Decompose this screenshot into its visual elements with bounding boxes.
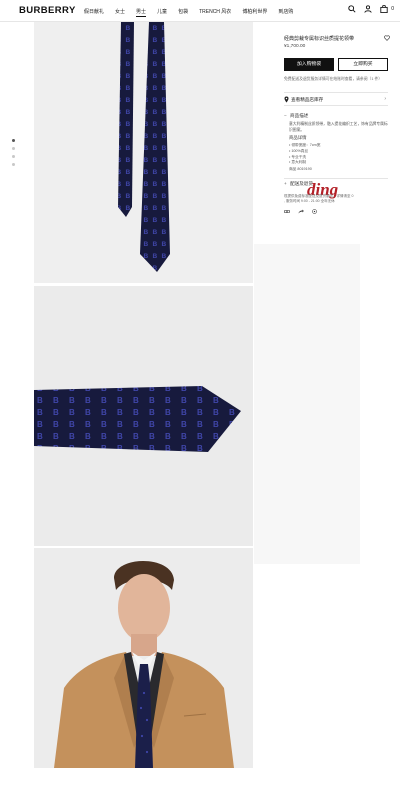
store-availability-label: 查看精品店库存: [291, 97, 324, 102]
product-image-model[interactable]: [34, 548, 253, 768]
link-icon[interactable]: [284, 209, 290, 214]
buy-now-button[interactable]: 立即购买: [338, 58, 388, 71]
details-list: 领带宽度：7cm宽 100%真丝 专业干洗 意大利制: [289, 143, 320, 166]
share-actions: [284, 209, 317, 214]
add-to-bag-button[interactable]: 加入购物袋: [284, 58, 334, 71]
nav-item-world[interactable]: 博柏利世界: [242, 8, 267, 17]
gallery-dot[interactable]: [12, 155, 15, 158]
nav-item-children[interactable]: 儿童: [157, 8, 167, 17]
description-heading: 商品描述: [290, 113, 309, 118]
list-item: 意大利制: [289, 160, 320, 166]
gallery-dot[interactable]: [12, 139, 15, 142]
header-actions: 0: [348, 5, 394, 13]
list-item: 领带宽度：7cm宽: [289, 143, 320, 149]
product-code: 商品 8019190: [289, 167, 312, 171]
nav-item-instore[interactable]: 到店购: [278, 8, 293, 17]
store-availability-row[interactable]: 查看精品店库存 ›: [284, 92, 388, 106]
nav-item-gifts[interactable]: 假日献礼: [84, 8, 104, 17]
product-image-hanging[interactable]: B: [34, 22, 253, 283]
description-toggle[interactable]: − 商品描述: [284, 113, 308, 119]
share-icon[interactable]: [298, 209, 304, 214]
location-pin-icon: [284, 96, 289, 103]
service-line: , 服务时间 9:00 - 21:00 全年无休: [284, 199, 335, 203]
details-heading: 商品详情: [289, 135, 307, 140]
product-price: ¥1,700.00: [284, 44, 306, 49]
brand-logo[interactable]: BURBERRY: [19, 5, 76, 16]
gallery-pagination: [12, 139, 15, 166]
main-nav: 假日献礼 女士 男士 儿童 包袋 TRENCH 风衣 博柏利世界 到店购: [84, 8, 293, 17]
shopping-bag-icon[interactable]: [380, 5, 388, 13]
account-icon[interactable]: [364, 5, 372, 13]
nav-item-trench[interactable]: TRENCH 风衣: [199, 8, 231, 17]
heart-icon[interactable]: [384, 35, 390, 41]
nav-item-bags[interactable]: 包袋: [178, 8, 188, 17]
nav-item-women[interactable]: 女士: [115, 8, 125, 17]
description-text: 意大利精制丝质领带，融入提花编织工艺，饰有品牌专属标识图案。: [289, 122, 388, 132]
search-icon[interactable]: [348, 5, 356, 13]
mail-icon[interactable]: [312, 209, 317, 214]
nav-item-men[interactable]: 男士: [136, 8, 147, 17]
gallery-dot[interactable]: [12, 163, 15, 166]
site-header: BURBERRY 假日献礼 女士 男士 儿童 包袋 TRENCH 风衣 博柏利世…: [0, 0, 400, 22]
gallery-dot[interactable]: [12, 147, 15, 150]
cart-count: 0: [391, 6, 394, 12]
background-block: [254, 244, 360, 564]
shipping-note: 免费配送及退货服务详情可在结账时查看，请参阅（1 件）: [284, 77, 383, 81]
service-info: 现提供免费标准配送及退货服务，详情请至 0 , 服务时间 9:00 - 21:0…: [284, 194, 353, 204]
chevron-right-icon: ›: [384, 96, 386, 102]
product-image-tip[interactable]: B: [34, 286, 253, 546]
product-title: 经典剪裁专属标识丝质提花领带: [284, 36, 355, 42]
